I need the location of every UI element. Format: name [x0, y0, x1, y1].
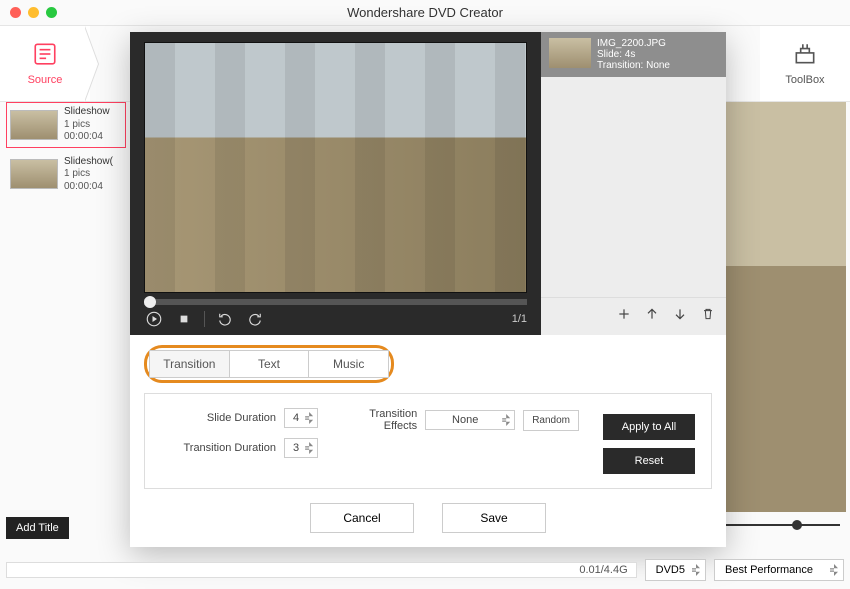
move-up-button[interactable]	[644, 306, 660, 327]
seek-knob[interactable]	[144, 296, 156, 308]
transition-effects-label: Transition Effects	[342, 408, 417, 432]
window-controls	[10, 7, 57, 18]
slideshow-thumbnail	[10, 110, 58, 140]
slideshow-pic-count: 1 pics	[64, 168, 113, 181]
seek-bar[interactable]	[144, 299, 527, 305]
disc-usage-text: 0.01/4.4G	[579, 564, 627, 576]
strip-slide-duration: Slide: 4s	[597, 49, 670, 60]
strip-thumbnail	[549, 38, 591, 68]
slideshow-list: Slideshow 1 pics 00:00:04 Slideshow( 1 p…	[6, 102, 126, 197]
reset-button[interactable]: Reset	[603, 448, 695, 474]
apply-to-all-button[interactable]: Apply to All	[603, 414, 695, 440]
random-button[interactable]: Random	[523, 410, 579, 431]
slideshow-duration: 00:00:04	[64, 131, 110, 144]
zoom-window-icon[interactable]	[46, 7, 57, 18]
tab-music[interactable]: Music	[309, 350, 389, 378]
strip-transition: Transition: None	[597, 60, 670, 71]
minimize-window-icon[interactable]	[28, 7, 39, 18]
disc-usage-bar: 0.01/4.4G	[6, 562, 637, 578]
add-title-button[interactable]: Add Title	[6, 517, 69, 539]
cancel-button[interactable]: Cancel	[310, 503, 414, 533]
rotate-left-button[interactable]	[215, 309, 235, 329]
slideshow-name: Slideshow	[64, 106, 110, 119]
quality-select[interactable]: Best Performance	[714, 559, 844, 581]
play-button[interactable]	[144, 309, 164, 329]
nav-toolbox[interactable]: ToolBox	[760, 26, 850, 101]
divider	[204, 311, 205, 327]
tab-text[interactable]: Text	[230, 350, 310, 378]
slideshow-editor-dialog: 1/1 IMG_2200.JPG Slide: 4s Transition: N…	[130, 32, 726, 547]
add-slide-button[interactable]	[616, 306, 632, 327]
title-bar: Wondershare DVD Creator	[0, 0, 850, 26]
nav-arrow-icon	[84, 26, 114, 101]
slide-counter: 1/1	[512, 313, 527, 325]
slideshow-duration: 00:00:04	[64, 181, 113, 194]
transition-effects-select[interactable]: None	[425, 410, 515, 430]
preview-image	[144, 42, 527, 293]
stop-button[interactable]	[174, 309, 194, 329]
tabs-highlight-icon: Transition Text Music	[144, 345, 394, 383]
slideshow-name: Slideshow(	[64, 156, 113, 169]
zoom-slider[interactable]	[726, 524, 840, 526]
zoom-slider-knob[interactable]	[792, 520, 802, 530]
preview-pane: 1/1	[130, 32, 541, 335]
transition-duration-label: Transition Duration	[161, 442, 276, 454]
slideshow-item[interactable]: Slideshow( 1 pics 00:00:04	[6, 152, 126, 198]
strip-item[interactable]: IMG_2200.JPG Slide: 4s Transition: None	[541, 32, 726, 77]
move-down-button[interactable]	[672, 306, 688, 327]
slideshow-item[interactable]: Slideshow 1 pics 00:00:04	[6, 102, 126, 148]
rotate-right-button[interactable]	[245, 309, 265, 329]
transition-duration-stepper[interactable]: 3	[284, 438, 318, 458]
window-title: Wondershare DVD Creator	[0, 5, 850, 20]
close-window-icon[interactable]	[10, 7, 21, 18]
tab-transition[interactable]: Transition	[149, 350, 230, 378]
save-button[interactable]: Save	[442, 503, 546, 533]
strip-filename: IMG_2200.JPG	[597, 38, 670, 49]
toolbox-icon	[792, 41, 818, 70]
menu-preview-thumbnail	[726, 102, 846, 512]
slide-duration-label: Slide Duration	[161, 412, 276, 424]
transition-settings: Slide Duration 4 Transition Duration 3 T…	[144, 393, 712, 489]
source-icon	[32, 41, 58, 70]
nav-toolbox-label: ToolBox	[785, 74, 824, 86]
slideshow-thumbnail	[10, 159, 58, 189]
status-bar: 0.01/4.4G DVD5 Best Performance	[6, 555, 844, 585]
delete-slide-button[interactable]	[700, 306, 716, 327]
nav-source[interactable]: Source	[0, 26, 90, 101]
slide-strip: IMG_2200.JPG Slide: 4s Transition: None	[541, 32, 726, 335]
slideshow-pic-count: 1 pics	[64, 119, 110, 132]
nav-source-label: Source	[28, 74, 63, 86]
slide-duration-stepper[interactable]: 4	[284, 408, 318, 428]
disc-type-select[interactable]: DVD5	[645, 559, 706, 581]
